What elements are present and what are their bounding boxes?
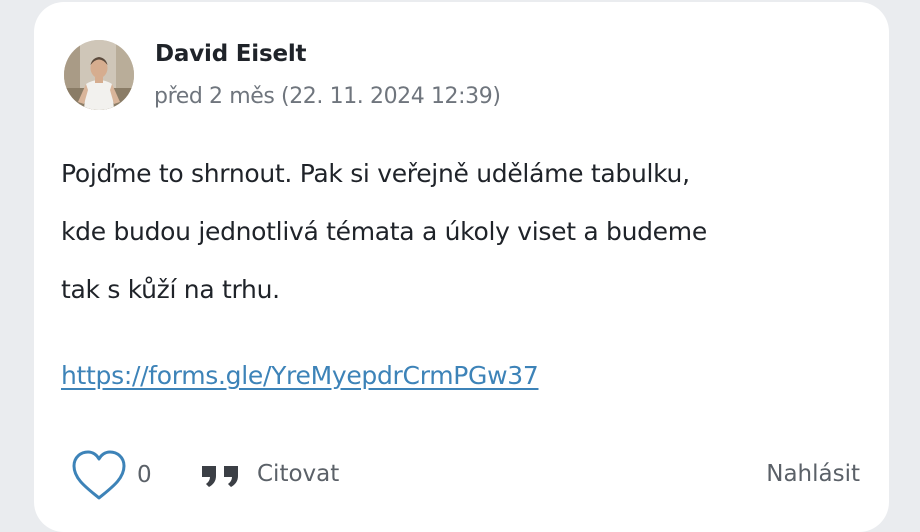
comment-body: Pojďme to shrnout. Pak si veřejně udělám…: [61, 145, 861, 319]
quote-icon: [202, 466, 238, 487]
avatar-photo: [64, 40, 134, 110]
comment-card: David Eiselt před 2 měs (22. 11. 2024 12…: [34, 2, 889, 532]
comment-body-line: kde budou jednotlivá témata a úkoly vise…: [61, 217, 707, 246]
avatar[interactable]: [64, 40, 134, 110]
comment-body-line: tak s kůží na trhu.: [61, 275, 280, 304]
report-button[interactable]: Nahlásit: [766, 461, 860, 487]
heart-outline-icon: [72, 450, 126, 500]
quote-label: Citovat: [257, 461, 340, 487]
like-count: 0: [137, 462, 152, 488]
comment-actions: 0 Citovat Nahlásit: [34, 448, 889, 508]
post-timestamp: před 2 měs (22. 11. 2024 12:39): [154, 84, 501, 109]
like-button[interactable]: [69, 448, 129, 504]
form-link[interactable]: https://forms.gle/YreMyepdrCrmPGw37: [61, 361, 539, 390]
comment-body-line: Pojďme to shrnout. Pak si veřejně udělám…: [61, 159, 690, 188]
author-name[interactable]: David Eiselt: [155, 41, 307, 67]
